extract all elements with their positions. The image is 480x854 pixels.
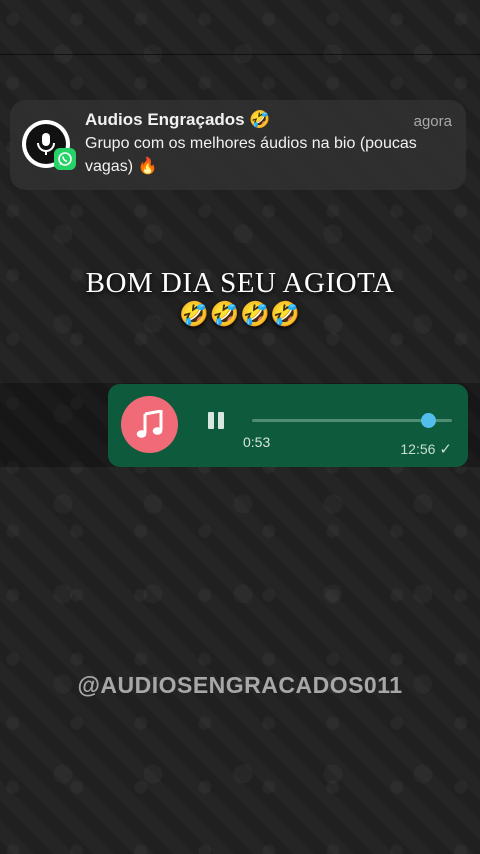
video-caption: BOM DIA SEU AGIOTA 🤣🤣🤣🤣 xyxy=(0,266,480,330)
music-note-icon xyxy=(121,396,178,453)
notification-banner[interactable]: Audios Engraçados 🤣 agora Grupo com os m… xyxy=(10,100,466,190)
notification-title: Audios Engraçados 🤣 xyxy=(85,110,271,129)
notification-message: Grupo com os melhores áudios na bio (pou… xyxy=(85,135,417,175)
message-timestamp: 12:56 ✓ xyxy=(400,440,452,458)
sent-check-icon: ✓ xyxy=(439,441,452,458)
whatsapp-icon xyxy=(54,148,76,170)
timestamp-text: 12:56 xyxy=(400,441,436,457)
caption-emojis: 🤣🤣🤣🤣 xyxy=(179,302,301,328)
watermark: @AUDIOSENGRACADOS011 xyxy=(77,672,403,698)
audio-message-bubble[interactable]: 0:53 12:56 ✓ xyxy=(108,384,468,467)
divider xyxy=(0,54,480,55)
caption-text: BOM DIA SEU AGIOTA xyxy=(85,267,395,299)
notification-time: agora xyxy=(413,113,452,130)
audio-elapsed: 0:53 xyxy=(243,434,271,450)
audio-progress-knob[interactable] xyxy=(420,413,436,428)
audio-progress-track[interactable] xyxy=(252,413,452,428)
